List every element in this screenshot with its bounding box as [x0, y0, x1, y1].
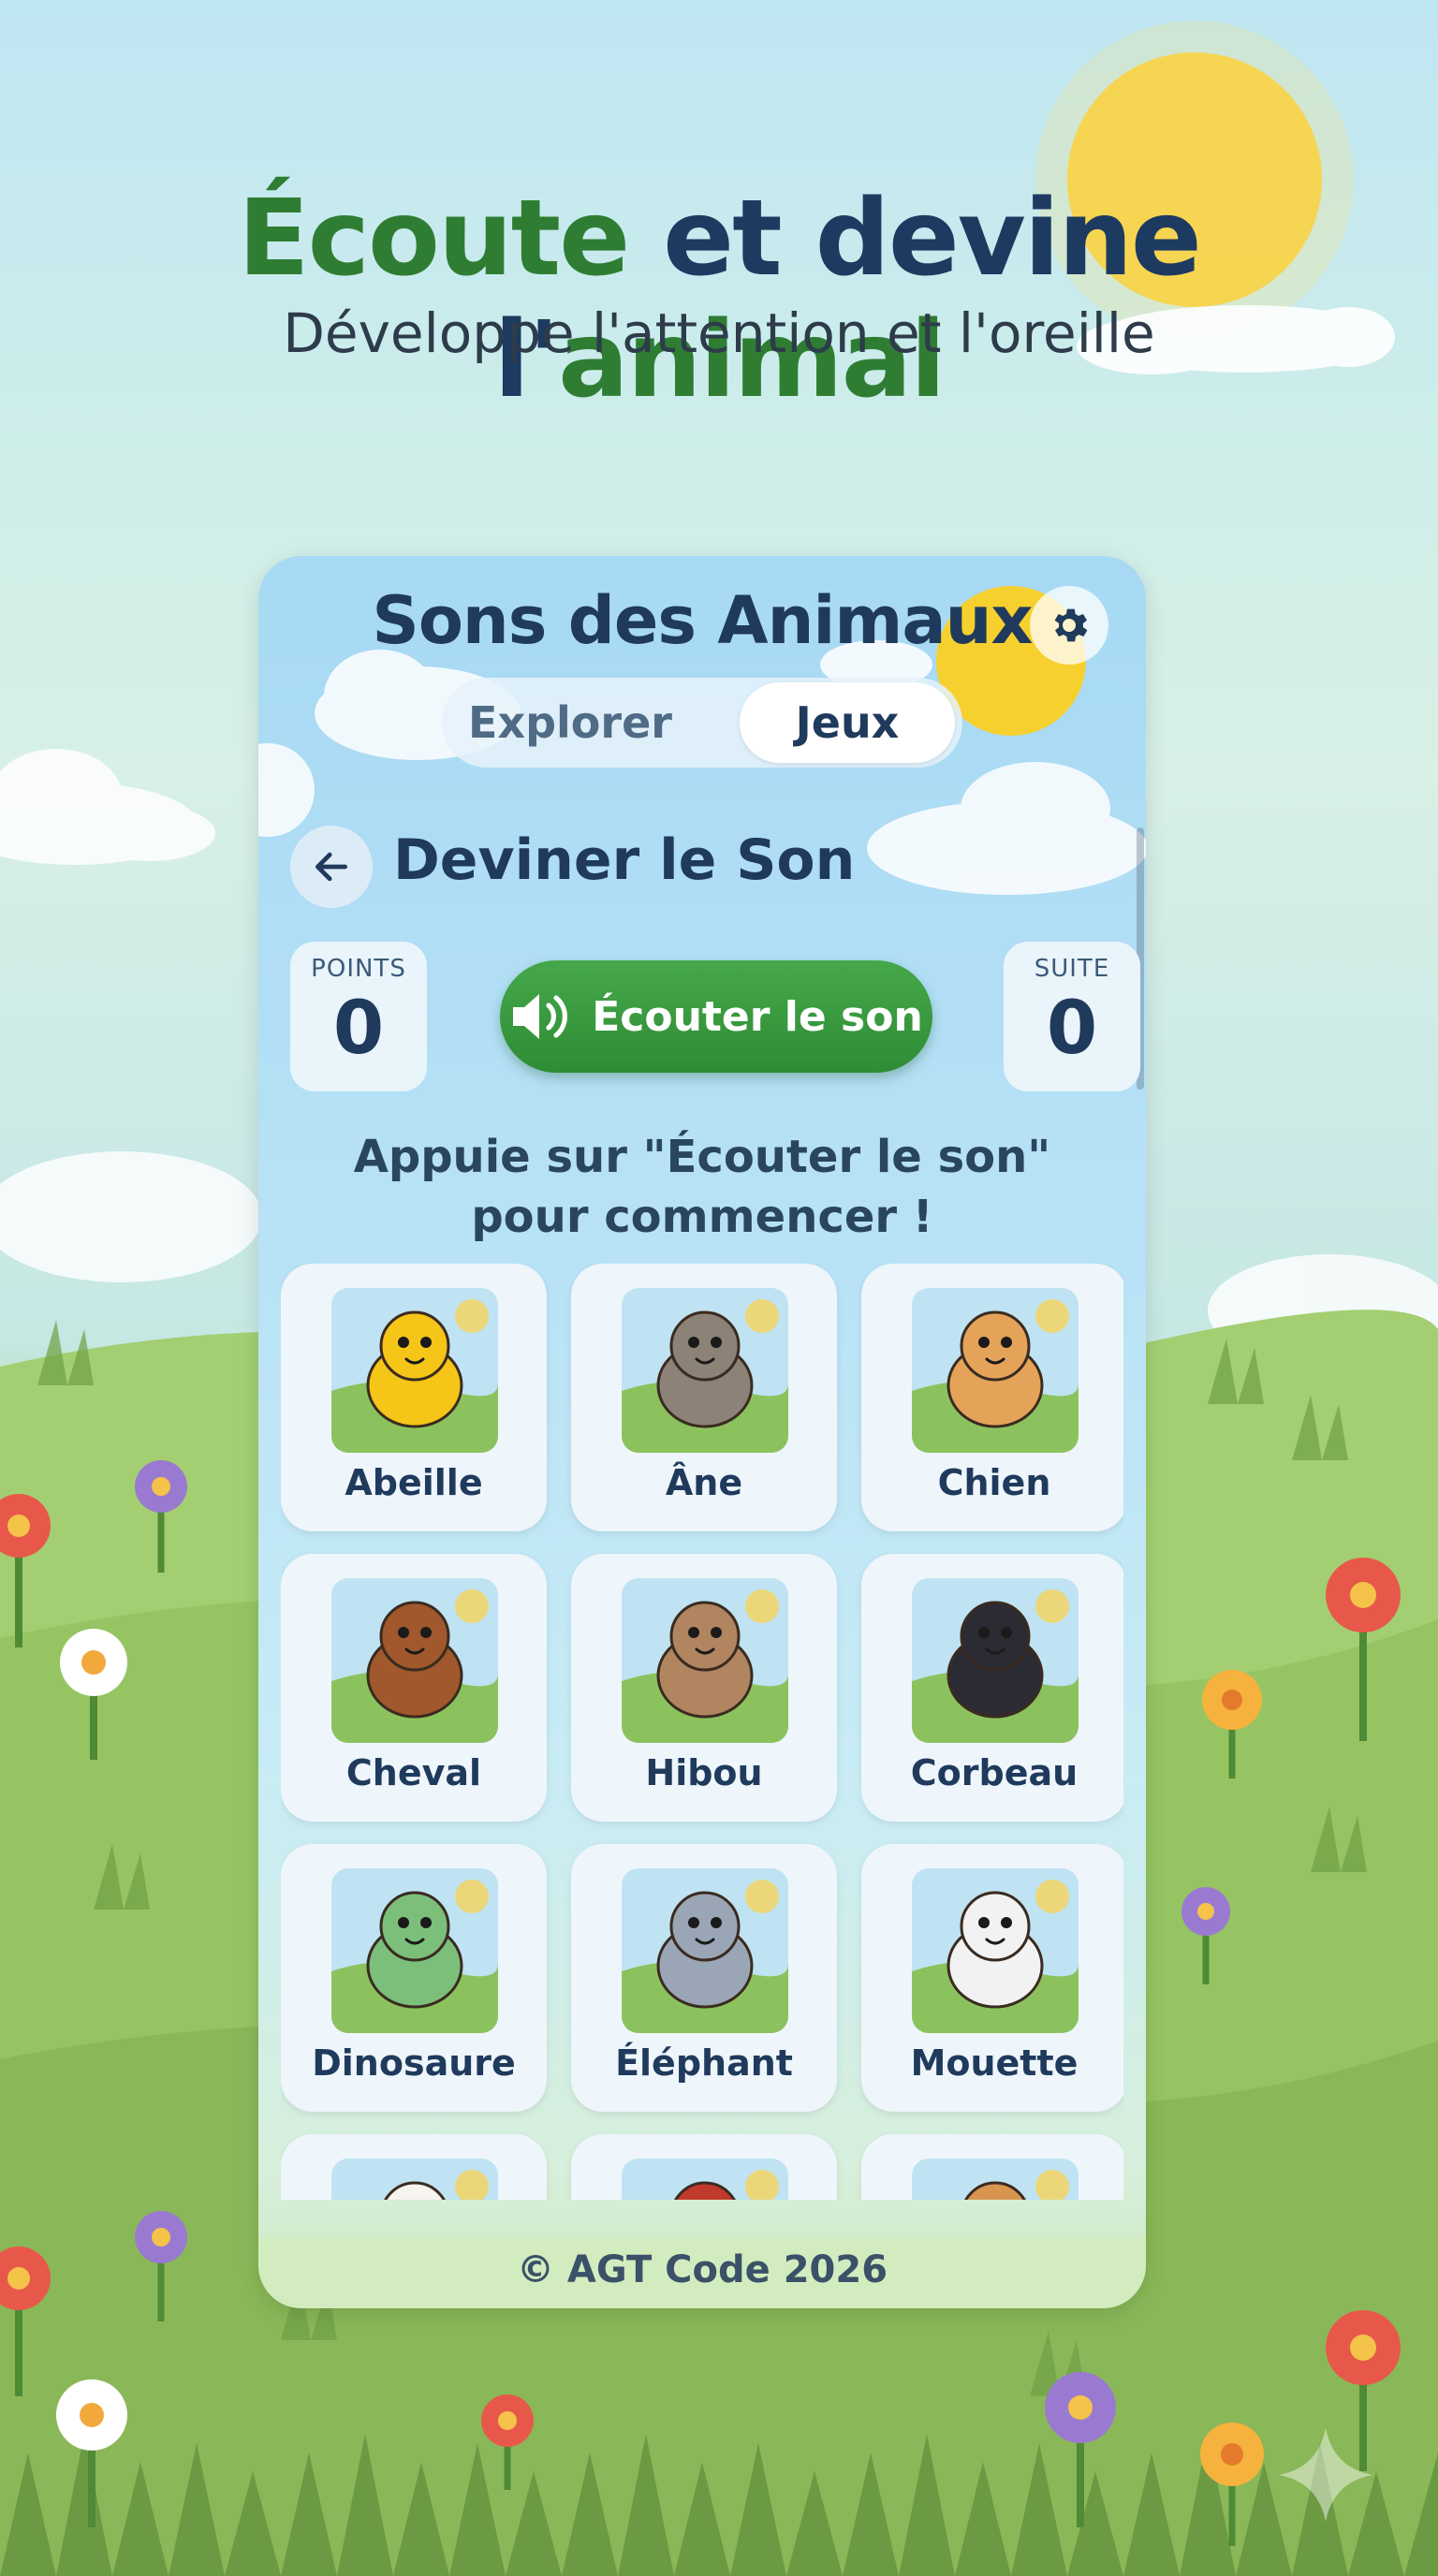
animal-card-cat[interactable]	[861, 2134, 1123, 2200]
animal-card-elephant[interactable]: Éléphant	[571, 1844, 837, 2112]
speaker-icon	[513, 994, 568, 1039]
animal-card-dog[interactable]: Chien	[861, 1264, 1123, 1531]
animal-grid: Abeille Âne Chien Cheval Hibou Corbeau Dinosau…	[281, 1264, 1123, 2200]
animal-card-horse[interactable]: Cheval	[281, 1554, 547, 1822]
poster-headline: Écoute et devine l'animal	[0, 178, 1438, 421]
animal-card-seagull[interactable]: Mouette	[861, 1844, 1123, 2112]
animal-name: Âne	[665, 1462, 743, 1503]
elephant-icon	[622, 1868, 788, 2033]
animal-name: Mouette	[910, 2042, 1078, 2084]
animal-name: Cheval	[345, 1752, 482, 1793]
animal-name: Corbeau	[910, 1752, 1078, 1793]
seagull-icon	[912, 1868, 1078, 2033]
animal-card-crow[interactable]: Corbeau	[861, 1554, 1123, 1822]
app-title: Sons des Animaux	[372, 582, 1033, 659]
dog-icon	[912, 1288, 1078, 1453]
horse-icon	[331, 1578, 498, 1743]
animal-name: Éléphant	[615, 2042, 793, 2084]
gear-icon	[1054, 608, 1088, 642]
app-screen: Sons des Animaux Explorer Jeux Deviner l…	[258, 556, 1146, 2308]
cat-icon	[912, 2159, 1078, 2200]
footer-copyright: © AGT Code 2026	[258, 2237, 1146, 2308]
animal-card-rooster[interactable]	[571, 2134, 837, 2200]
listen-sound-button[interactable]: Écouter le son	[500, 960, 932, 1073]
points-counter: POINTS 0	[290, 942, 427, 1091]
chicken-icon	[331, 2159, 498, 2200]
streak-counter: SUITE 0	[1004, 942, 1140, 1091]
animal-name: Chien	[937, 1462, 1051, 1503]
streak-label: SUITE	[1034, 955, 1110, 983]
donkey-icon	[622, 1288, 788, 1453]
points-label: POINTS	[311, 955, 406, 983]
headline-word-listen: Écoute	[238, 178, 630, 300]
poster-subheadline: Développe l'attention et l'oreille	[283, 301, 1155, 365]
back-button[interactable]	[290, 826, 373, 908]
animal-card-dinosaur[interactable]: Dinosaure	[281, 1844, 547, 2112]
rooster-icon	[622, 2159, 788, 2200]
animal-card-owl[interactable]: Hibou	[571, 1554, 837, 1822]
settings-button[interactable]	[1030, 586, 1108, 665]
mode-tabs: Explorer Jeux	[442, 678, 962, 768]
listen-button-label: Écouter le son	[592, 992, 923, 1041]
animal-card-bee[interactable]: Abeille	[281, 1264, 547, 1531]
instruction-text: Appuie sur "Écouter le son" pour commenc…	[353, 1131, 1051, 1243]
arrow-left-icon	[315, 852, 348, 882]
animal-name: Hibou	[645, 1752, 763, 1793]
tab-explorer[interactable]: Explorer	[448, 682, 693, 763]
animal-name: Abeille	[345, 1462, 483, 1503]
animal-card-chicken[interactable]	[281, 2134, 547, 2200]
tab-jeux[interactable]: Jeux	[740, 682, 955, 763]
crow-icon	[912, 1578, 1078, 1743]
points-value: 0	[332, 987, 385, 1071]
animal-card-donkey[interactable]: Âne	[571, 1264, 837, 1531]
cloud	[0, 749, 215, 865]
animal-name: Dinosaure	[312, 2042, 516, 2084]
dinosaur-icon	[331, 1868, 498, 2033]
streak-value: 0	[1046, 987, 1098, 1071]
bee-icon	[331, 1288, 498, 1453]
owl-icon	[622, 1578, 788, 1743]
screen-title: Deviner le Son	[393, 827, 856, 893]
